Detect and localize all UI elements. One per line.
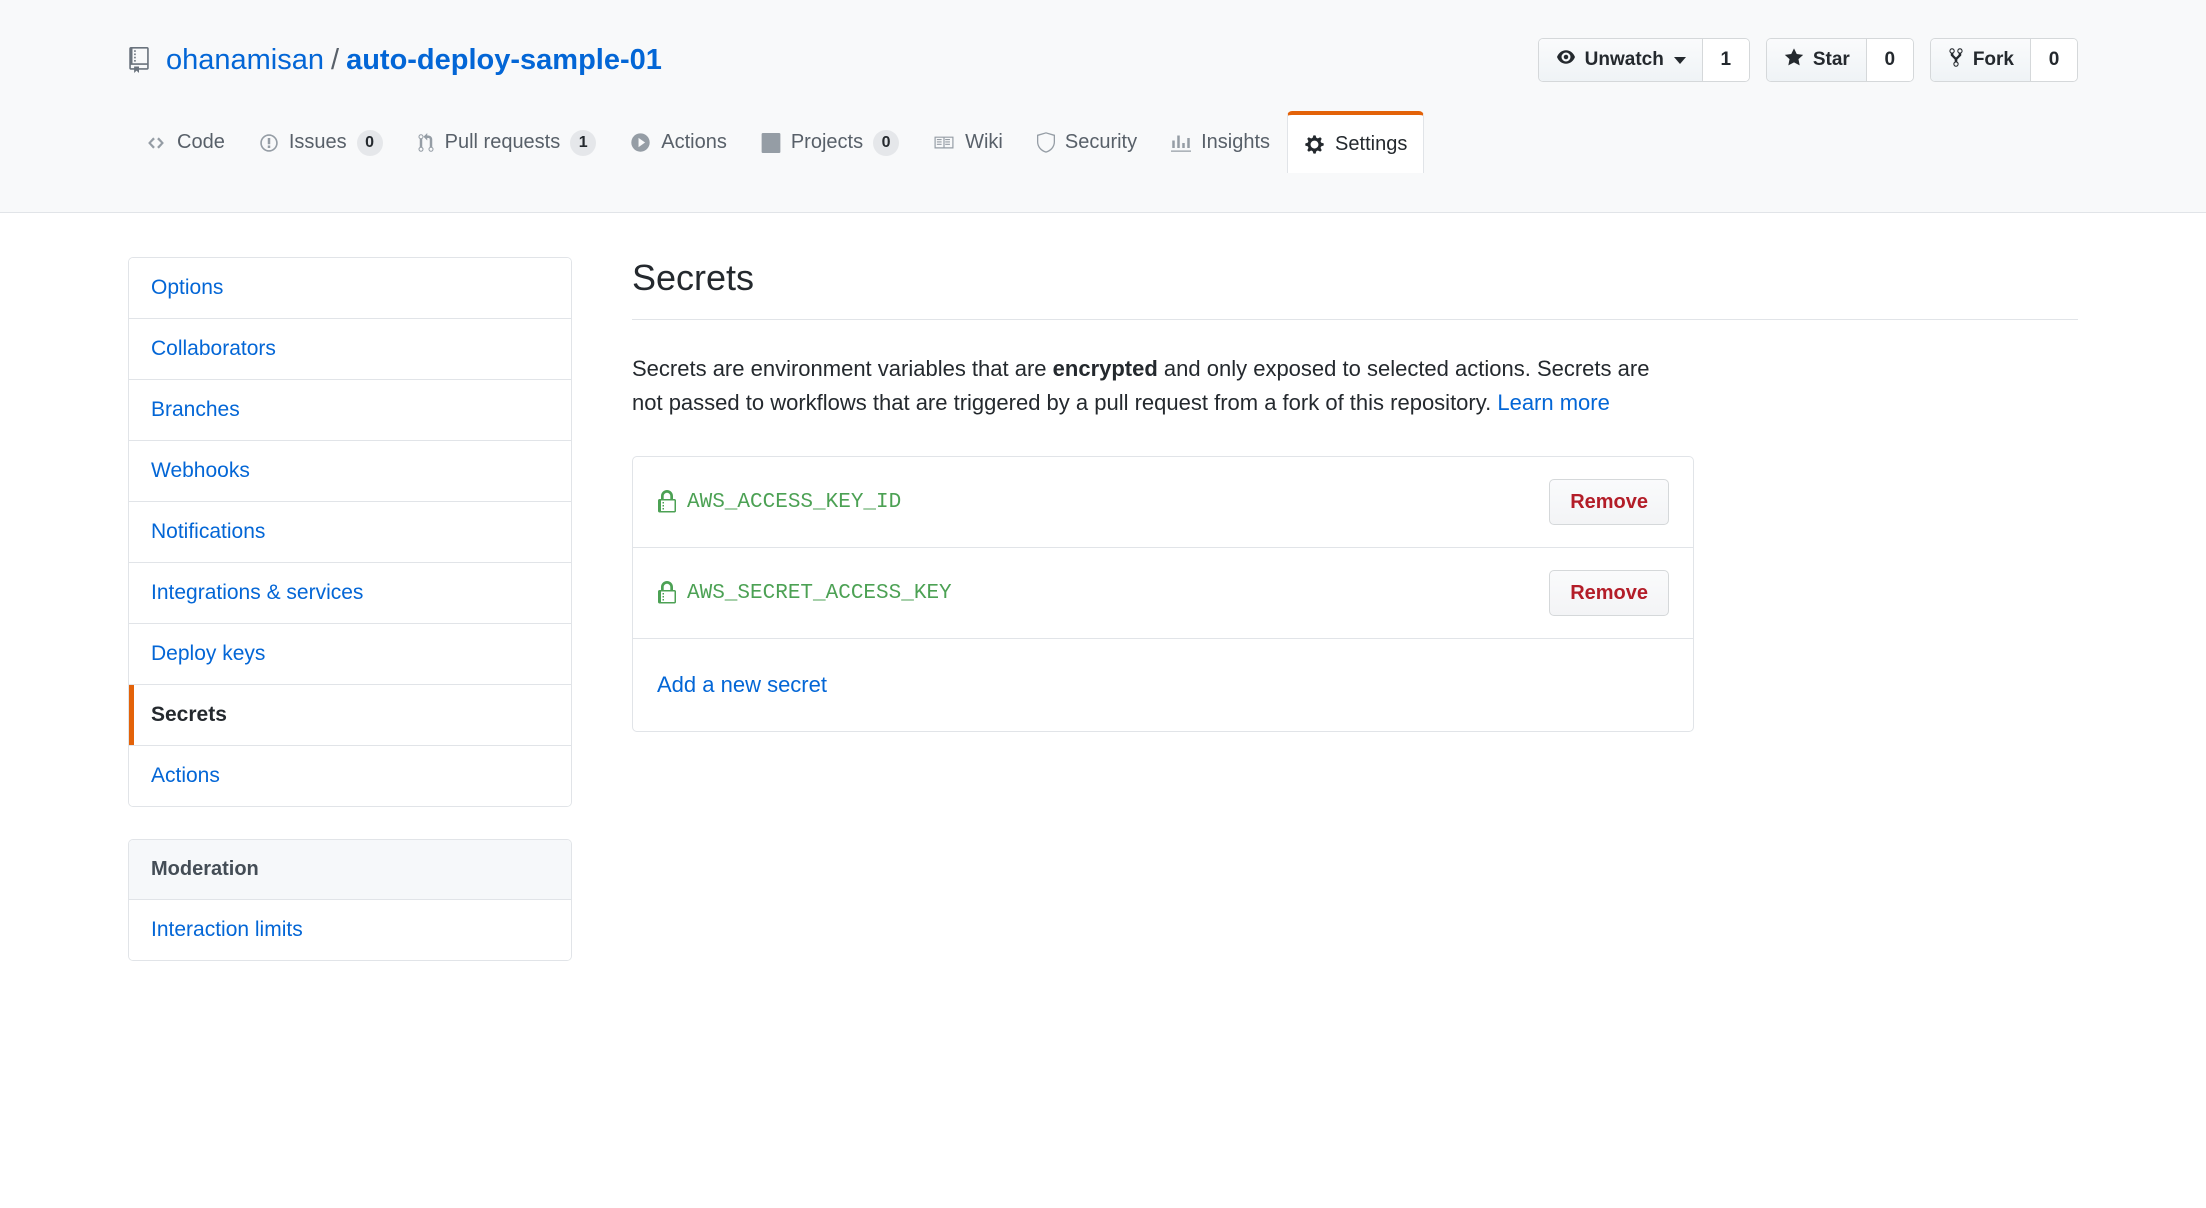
tab-pull-requests[interactable]: Pull requests 1	[400, 111, 614, 173]
project-icon	[761, 133, 781, 153]
fork-button-label: Fork	[1973, 49, 2014, 71]
sidebar-item-integrations-services[interactable]: Integrations & services	[129, 563, 571, 624]
sidebar-item-label: Deploy keys	[151, 642, 265, 665]
eye-icon	[1555, 48, 1577, 72]
repo-name-link[interactable]: auto-deploy-sample-01	[346, 43, 662, 78]
breadcrumb-separator: /	[331, 43, 339, 78]
tab-projects-counter: 0	[873, 130, 899, 156]
secret-name: AWS_ACCESS_KEY_ID	[687, 491, 901, 514]
shield-icon	[1037, 132, 1055, 153]
gear-icon	[1304, 134, 1325, 155]
watch-count[interactable]: 1	[1703, 39, 1749, 81]
breadcrumb: ohanamisan / auto-deploy-sample-01	[128, 43, 662, 78]
fork-button[interactable]: Fork	[1931, 39, 2031, 81]
sidebar-item-webhooks[interactable]: Webhooks	[129, 441, 571, 502]
remove-button[interactable]: Remove	[1549, 570, 1669, 616]
moderation-menu: Moderation Interaction limits	[128, 839, 572, 961]
star-button-group: Star 0	[1766, 38, 1914, 82]
sidebar-item-options[interactable]: Options	[129, 258, 571, 319]
tab-insights-label: Insights	[1201, 131, 1270, 154]
sidebar-item-actions[interactable]: Actions	[129, 746, 571, 806]
repo-book-icon	[128, 45, 152, 75]
tab-pull-requests-label: Pull requests	[445, 131, 561, 154]
tab-security[interactable]: Security	[1020, 111, 1154, 173]
fork-count[interactable]: 0	[2031, 39, 2077, 81]
main-content: Secrets Secrets are environment variable…	[632, 257, 2078, 993]
sidebar-item-collaborators[interactable]: Collaborators	[129, 319, 571, 380]
secrets-description: Secrets are environment variables that a…	[632, 352, 1682, 420]
star-icon	[1783, 47, 1805, 74]
description-part-1: Secrets are environment variables that a…	[632, 356, 1053, 381]
star-button[interactable]: Star	[1767, 39, 1867, 81]
sidebar-item-label: Branches	[151, 398, 240, 421]
page-body: Options Collaborators Branches Webhooks …	[0, 213, 2206, 993]
tab-actions[interactable]: Actions	[613, 111, 744, 173]
sidebar-item-label: Options	[151, 276, 223, 299]
sidebar-item-label: Notifications	[151, 520, 265, 543]
tab-code-label: Code	[177, 131, 225, 154]
learn-more-link[interactable]: Learn more	[1497, 390, 1610, 415]
lock-icon	[657, 490, 677, 514]
tab-issues[interactable]: Issues 0	[242, 111, 400, 173]
secret-identity: AWS_SECRET_ACCESS_KEY	[657, 581, 952, 605]
table-row: AWS_SECRET_ACCESS_KEY Remove	[633, 548, 1693, 639]
lock-icon	[657, 581, 677, 605]
graph-icon	[1171, 133, 1191, 153]
settings-sidebar: Options Collaborators Branches Webhooks …	[128, 257, 572, 993]
chevron-down-icon	[1674, 57, 1686, 64]
secret-identity: AWS_ACCESS_KEY_ID	[657, 490, 901, 514]
tab-projects-label: Projects	[791, 131, 863, 154]
sidebar-item-label: Secrets	[151, 703, 227, 726]
issue-opened-icon	[259, 133, 279, 153]
settings-menu: Options Collaborators Branches Webhooks …	[128, 257, 572, 807]
fork-button-group: Fork 0	[1930, 38, 2078, 82]
play-icon	[630, 132, 651, 153]
tab-code[interactable]: Code	[128, 111, 242, 173]
repo-header: ohanamisan / auto-deploy-sample-01 Unwat…	[0, 0, 2206, 213]
tab-settings-label: Settings	[1335, 133, 1407, 156]
repo-title-row: ohanamisan / auto-deploy-sample-01 Unwat…	[0, 0, 2206, 82]
add-new-secret-link[interactable]: Add a new secret	[657, 672, 827, 698]
sidebar-item-label: Integrations & services	[151, 581, 363, 604]
tab-pull-requests-counter: 1	[570, 130, 596, 156]
unwatch-button-label: Unwatch	[1585, 49, 1664, 71]
moderation-heading: Moderation	[129, 840, 571, 900]
sidebar-item-label: Actions	[151, 764, 220, 787]
page-title: Secrets	[632, 257, 2078, 320]
sidebar-item-deploy-keys[interactable]: Deploy keys	[129, 624, 571, 685]
secret-name: AWS_SECRET_ACCESS_KEY	[687, 582, 952, 605]
unwatch-button[interactable]: Unwatch	[1539, 39, 1703, 81]
tab-issues-counter: 0	[357, 130, 383, 156]
watch-button-group: Unwatch 1	[1538, 38, 1750, 82]
book-icon	[933, 133, 955, 152]
tab-projects[interactable]: Projects 0	[744, 111, 916, 173]
star-button-label: Star	[1813, 49, 1850, 71]
tab-settings[interactable]: Settings	[1287, 111, 1424, 173]
fork-icon	[1947, 47, 1965, 74]
description-emphasis: encrypted	[1053, 356, 1158, 381]
tab-actions-label: Actions	[661, 131, 727, 154]
tab-issues-label: Issues	[289, 131, 347, 154]
sidebar-item-notifications[interactable]: Notifications	[129, 502, 571, 563]
tab-insights[interactable]: Insights	[1154, 111, 1287, 173]
sidebar-item-label: Webhooks	[151, 459, 250, 482]
secrets-list: AWS_ACCESS_KEY_ID Remove AWS_SECRET_ACCE…	[632, 456, 1694, 732]
sidebar-item-secrets[interactable]: Secrets	[129, 685, 571, 746]
table-row: AWS_ACCESS_KEY_ID Remove	[633, 457, 1693, 548]
sidebar-item-label: Collaborators	[151, 337, 276, 360]
sidebar-item-label: Interaction limits	[151, 918, 303, 941]
git-pull-request-icon	[417, 133, 435, 153]
star-count[interactable]: 0	[1867, 39, 1913, 81]
tab-security-label: Security	[1065, 131, 1137, 154]
sidebar-item-interaction-limits[interactable]: Interaction limits	[129, 900, 571, 960]
code-icon	[145, 134, 167, 152]
repo-owner-link[interactable]: ohanamisan	[166, 43, 324, 78]
add-secret-row: Add a new secret	[633, 639, 1693, 731]
sidebar-item-branches[interactable]: Branches	[129, 380, 571, 441]
repo-nav-tabs: Code Issues 0 Pull requests 1 Actions	[0, 108, 2206, 172]
remove-button[interactable]: Remove	[1549, 479, 1669, 525]
tab-wiki-label: Wiki	[965, 131, 1003, 154]
repo-actions: Unwatch 1 Star 0	[1538, 38, 2078, 82]
tab-wiki[interactable]: Wiki	[916, 111, 1020, 173]
